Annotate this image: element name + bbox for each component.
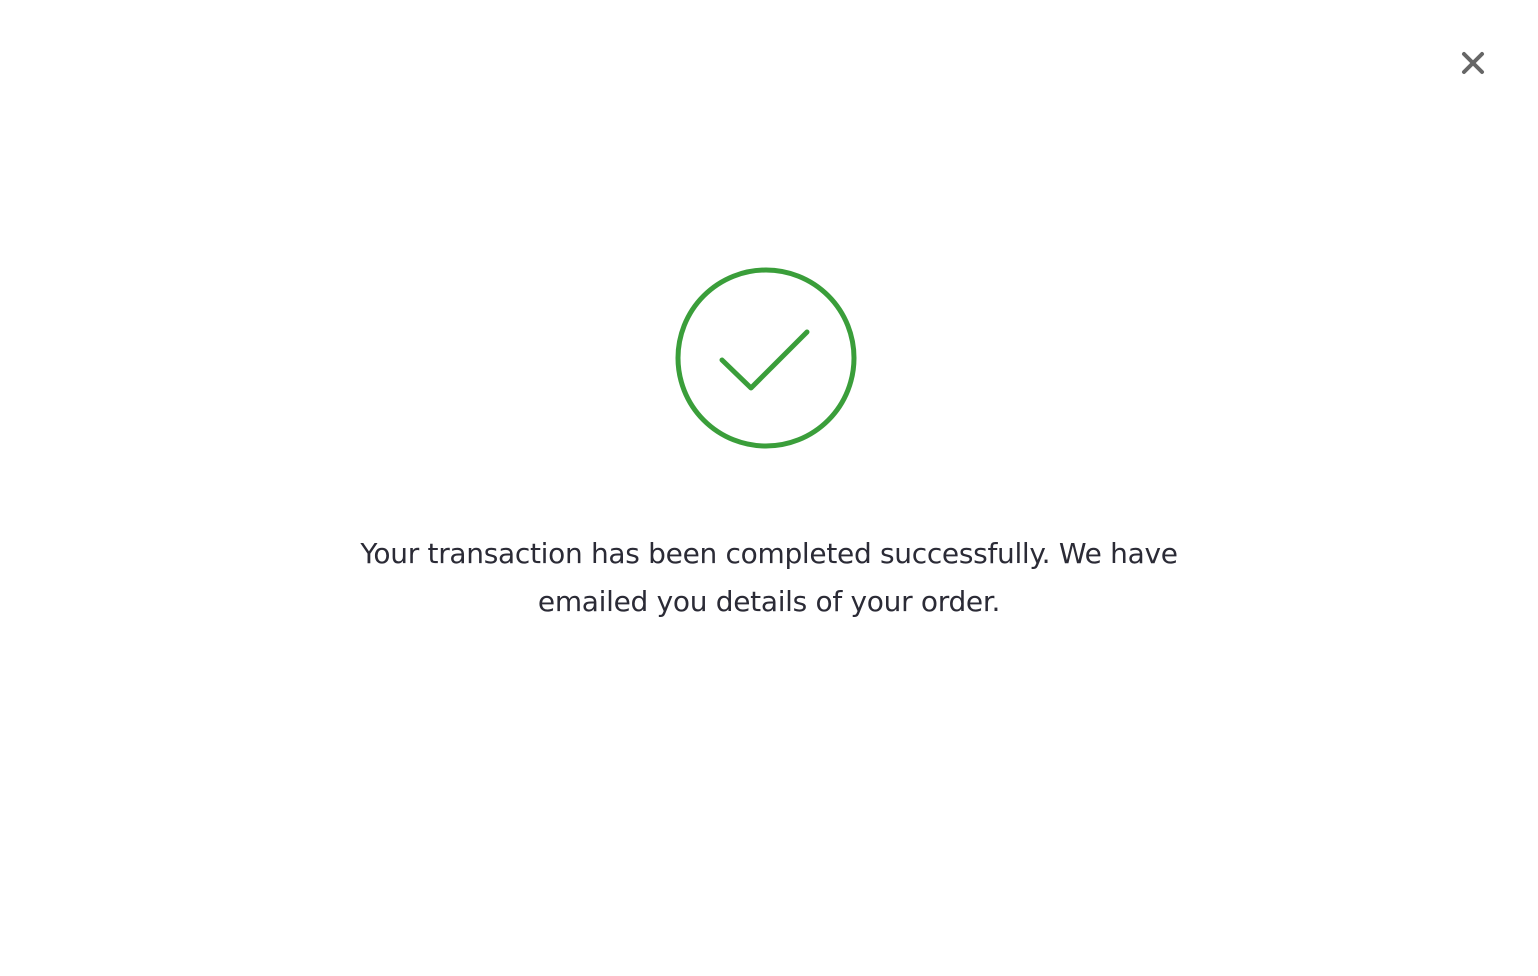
transaction-success-dialog: Your transaction has been completed succ…	[0, 0, 1538, 976]
success-status	[674, 266, 858, 450]
close-icon	[1462, 52, 1484, 74]
success-message: Your transaction has been completed succ…	[319, 530, 1219, 626]
success-message-line-2: emailed you details of your order.	[537, 585, 1001, 618]
check-circle-icon	[675, 267, 857, 449]
success-message-line-1: Your transaction has been completed succ…	[360, 537, 1178, 570]
close-button[interactable]	[1458, 48, 1488, 78]
